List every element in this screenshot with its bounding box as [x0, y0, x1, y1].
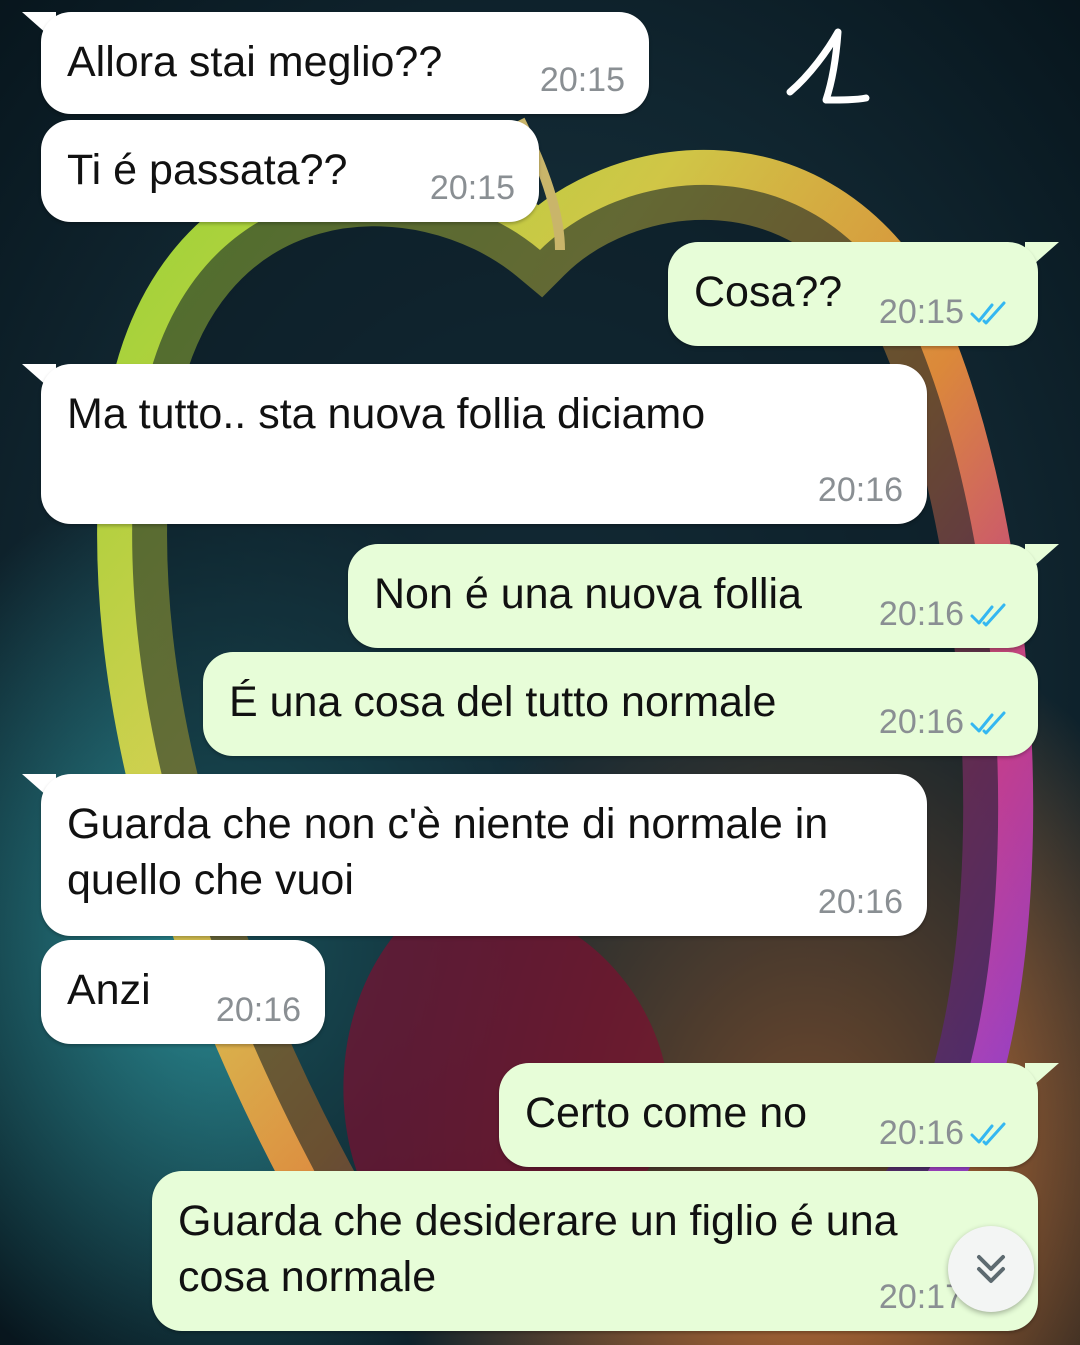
message-meta: 20:16	[879, 703, 1014, 742]
message-meta: 20:15	[540, 61, 625, 100]
message-bubble-incoming[interactable]: Ti é passata?? 20:15	[41, 120, 539, 222]
double-check-icon	[970, 711, 1006, 734]
message-time: 20:16	[215, 991, 301, 1029]
message-text: Anzi	[67, 966, 151, 1014]
message-meta: 20:15	[879, 293, 1014, 332]
double-check-icon	[970, 1122, 1006, 1145]
message-bubble-outgoing[interactable]: Cosa?? 20:15	[668, 242, 1038, 346]
message-meta: 20:16	[879, 595, 1014, 634]
message-text: Certo come no	[525, 1089, 808, 1137]
message-time: 20:15	[539, 61, 625, 99]
message-meta: 20:16	[818, 471, 903, 510]
message-time: 20:16	[817, 471, 903, 509]
message-bubble-incoming[interactable]: Allora stai meglio?? 20:15	[41, 12, 649, 114]
message-meta: 20:15	[430, 169, 515, 208]
chevron-double-down-icon	[977, 1255, 1005, 1283]
message-time: 20:16	[817, 883, 903, 921]
message-bubble-outgoing[interactable]: É una cosa del tutto normale 20:16	[203, 652, 1038, 756]
message-time: 20:16	[878, 595, 964, 633]
double-check-icon	[970, 603, 1006, 626]
handwritten-number-annotation	[780, 20, 880, 120]
message-bubble-outgoing[interactable]: Non é una nuova follia 20:16	[348, 544, 1038, 648]
double-check-icon	[970, 301, 1006, 324]
message-text: Guarda che non c'è niente di normale in …	[67, 800, 829, 904]
message-bubble-incoming[interactable]: Anzi 20:16	[41, 940, 325, 1044]
message-meta: 20:16	[818, 883, 903, 922]
message-bubble-incoming[interactable]: Ma tutto.. sta nuova follia diciamo 20:1…	[41, 364, 927, 524]
message-bubble-outgoing[interactable]: Certo come no 20:16	[499, 1063, 1038, 1167]
message-text: Ma tutto.. sta nuova follia diciamo	[67, 390, 706, 438]
message-bubble-outgoing[interactable]: Guarda che desiderare un figlio é una co…	[152, 1171, 1038, 1331]
message-time: 20:15	[878, 293, 964, 331]
message-text: Cosa??	[694, 268, 843, 316]
message-text: Non é una nuova follia	[374, 570, 802, 618]
message-text: É una cosa del tutto normale	[229, 678, 777, 726]
message-meta: 20:16	[879, 1114, 1014, 1153]
message-time: 20:16	[878, 1114, 964, 1152]
message-time: 20:16	[878, 703, 964, 741]
message-text: Ti é passata??	[67, 146, 348, 194]
message-meta: 20:16	[216, 991, 301, 1030]
message-text: Guarda che desiderare un figlio é una co…	[178, 1197, 898, 1301]
message-text: Allora stai meglio??	[67, 38, 443, 86]
scroll-to-bottom-button[interactable]	[948, 1226, 1034, 1312]
message-time: 20:15	[429, 169, 515, 207]
message-bubble-incoming[interactable]: Guarda che non c'è niente di normale in …	[41, 774, 927, 936]
